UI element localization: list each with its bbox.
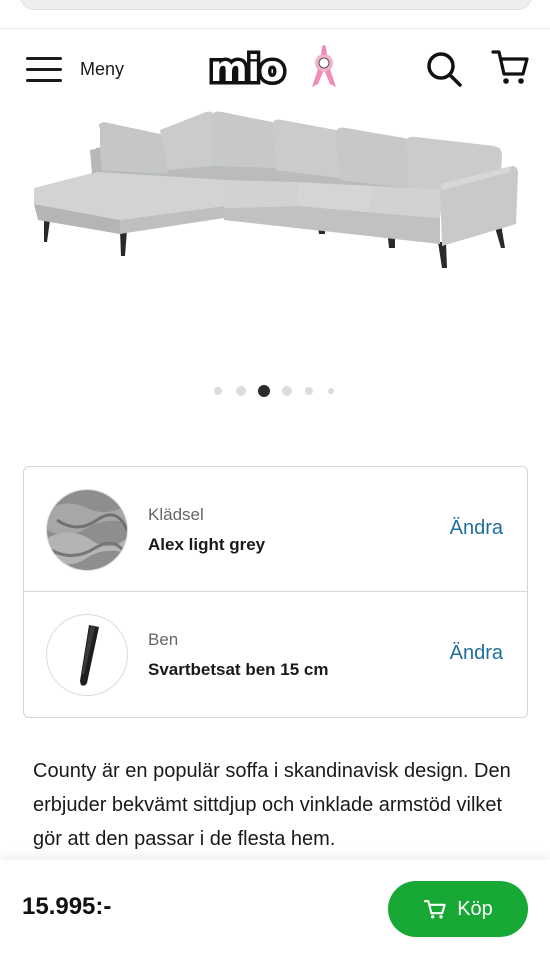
cart-icon[interactable] [490, 47, 530, 87]
option-value: Alex light grey [148, 535, 266, 554]
browser-search-bar[interactable] [20, 0, 532, 10]
sofa-leg-icon [80, 625, 99, 686]
product-description: County är en populär soffa i skandinavis… [33, 760, 511, 850]
search-icon[interactable] [424, 49, 464, 89]
buy-button-label: Köp [457, 897, 493, 920]
product-options: Klädsel Alex light grey Ändra Ben Svartb… [23, 466, 528, 718]
fabric-swatch-thumbnail [46, 489, 128, 571]
product-price: 15.995:- [22, 893, 112, 920]
carousel-dot-4[interactable] [282, 386, 292, 396]
product-image-sofa[interactable] [0, 108, 550, 358]
carousel-dots [0, 383, 550, 399]
carousel-dot-1[interactable] [214, 387, 222, 395]
carousel-dot-5[interactable] [305, 387, 313, 395]
mio-logo[interactable]: mio [206, 41, 346, 93]
fabric-swatch-icon [47, 490, 127, 570]
menu-button[interactable]: Meny [26, 51, 124, 87]
carousel-dot-active[interactable] [258, 385, 270, 397]
option-row-legs[interactable]: Ben Svartbetsat ben 15 cm Ändra [24, 592, 527, 717]
leg-swatch-thumbnail [46, 614, 128, 696]
carousel-dot-2[interactable] [236, 386, 246, 396]
option-value: Svartbetsat ben 15 cm [148, 660, 329, 679]
change-upholstery-link[interactable]: Ändra [450, 517, 503, 540]
buy-button[interactable]: Köp [388, 881, 528, 937]
carousel-dot-6[interactable] [328, 388, 334, 394]
product-page: Meny mio Klädsel Alex light grey Ändra B… [0, 0, 550, 960]
site-header: Meny mio [0, 28, 550, 108]
option-row-upholstery[interactable]: Klädsel Alex light grey Ändra [24, 467, 527, 592]
change-legs-link[interactable]: Ändra [450, 642, 503, 665]
menu-label: Meny [80, 58, 125, 79]
logo-text: mio [210, 49, 285, 90]
purchase-bar: 15.995:- Köp [0, 860, 550, 960]
option-label: Ben [148, 630, 179, 649]
pink-ribbon-icon [312, 45, 336, 87]
hamburger-icon [26, 56, 64, 82]
cart-icon [423, 900, 446, 919]
option-label: Klädsel [148, 505, 204, 524]
